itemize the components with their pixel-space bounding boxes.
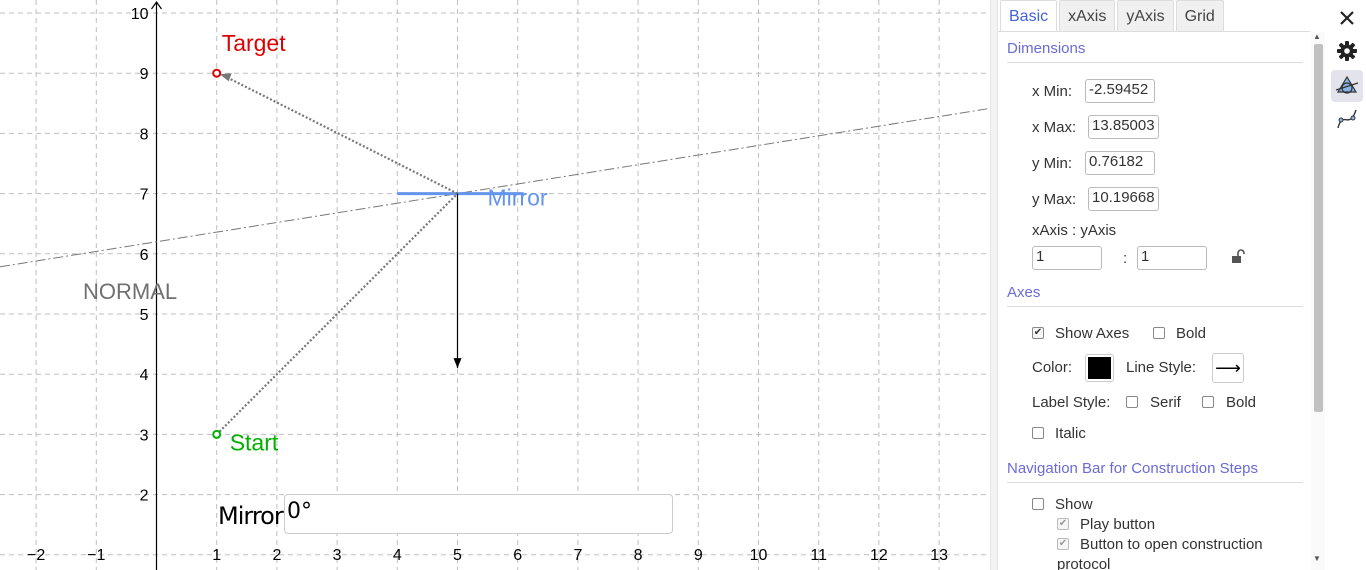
normal-vector-arrowhead [453,358,462,369]
x-tick-label: 3 [333,547,342,564]
tab-yaxis[interactable]: yAxis [1117,0,1174,31]
x-tick-label: 4 [393,547,402,564]
show-axes-checkbox[interactable]: ✔ [1032,327,1044,339]
y-max-label: y Max: [1032,191,1077,208]
x-tick-label: 2 [272,547,281,564]
show-axes-label: Show Axes [1055,325,1130,342]
serif-label: Serif [1150,394,1181,411]
start-label: Start [230,429,279,455]
show-navbar-checkbox[interactable] [1032,498,1044,510]
italic-label: Italic [1055,425,1086,442]
coordinate-plane[interactable]: −2 −1 1 2 3 4 5 6 7 8 9 10 11 12 132345678910TargetSta… [0,0,990,570]
axis-color-fill [1088,357,1111,379]
ratio-separator: : [1123,250,1128,267]
y-tick-label: 8 [140,126,149,143]
algebra-curve-icon[interactable] [1331,103,1363,135]
ratio-x-input[interactable]: 1 [1032,246,1102,270]
show-navbar-label: Show [1055,496,1093,513]
bold-label-checkbox[interactable] [1202,396,1214,408]
y-max-input[interactable]: 10.19668 [1088,187,1159,211]
unlock-icon[interactable] [1230,248,1246,264]
dimensions-title: Dimensions [1007,40,1086,57]
tab-divider [998,31,1310,32]
x-tick-label: 7 [573,547,582,564]
x-tick-label: −2 [27,547,45,564]
bold-label-style-label: Bold [1226,394,1257,411]
scroll-up-arrow[interactable]: ▲ [1313,32,1321,41]
navigation-title: Navigation Bar for Construction Steps [1007,460,1258,477]
y-tick-label: 4 [140,367,149,384]
graphics-view[interactable]: −2 −1 1 2 3 4 5 6 7 8 9 10 11 12 13 2 3 4 5 6 7 8 9 10 Target Sta… [0,0,990,570]
serif-checkbox[interactable] [1126,396,1138,408]
x-tick-label: 13 [930,547,948,564]
sidebar-toolbar [1328,0,1366,570]
line-style-button[interactable]: ⟶ [1212,353,1244,383]
y-min-input[interactable]: 0.76182 [1085,151,1155,175]
x-tick-label: −1 [87,547,105,564]
x-tick-label: 5 [453,547,462,564]
y-tick-label: 7 [140,187,149,204]
label-style-label: Label Style: [1032,394,1111,411]
axis-color-button[interactable] [1085,354,1114,382]
play-button-checkbox[interactable]: ✔ [1057,518,1069,530]
color-label: Color: [1032,359,1073,376]
y-tick-label: 10 [131,6,149,23]
x-tick-label: 6 [513,547,522,564]
view-divider[interactable] [990,0,998,570]
y-tick-label: 2 [140,488,149,505]
x-min-input[interactable]: -2.59452 [1085,79,1155,103]
x-tick-label: 10 [750,547,768,564]
x-tick-label: 9 [694,547,703,564]
ratio-y-input[interactable]: 1 [1137,246,1207,270]
gear-icon[interactable] [1331,35,1363,67]
y-tick-label: 9 [140,66,149,83]
mirror-angle-input[interactable]: 0° [284,494,673,534]
open-protocol-label: Button to open construction [1080,536,1263,553]
scroll-down-arrow[interactable]: ▼ [1313,554,1321,563]
axis-ratio-label: xAxis : yAxis [1032,222,1117,239]
tab-grid[interactable]: Grid [1175,0,1224,31]
target-label: Target [222,30,287,56]
close-icon[interactable] [1331,2,1363,34]
navigation-rule [1007,482,1303,483]
reflected-ray-arrowhead [219,73,232,82]
axes-rule [1007,306,1303,307]
panel-scrollbar[interactable]: ▲ ▼ [1311,32,1325,570]
y-tick-label: 6 [140,247,149,264]
open-protocol-checkbox[interactable]: ✔ [1057,538,1069,550]
reflected-ray [222,74,458,195]
italic-checkbox[interactable] [1032,427,1044,439]
x-min-label: x Min: [1032,83,1073,100]
panel-tabs: Basic xAxis yAxis Grid [1000,0,1226,31]
x-tick-label: 8 [634,547,643,564]
mirror-label: Mirror [488,185,548,211]
open-protocol-label-cont: protocol [1057,556,1111,570]
bold-checkbox[interactable] [1153,327,1165,339]
y-tick-label: 5 [140,307,149,324]
x-max-label: x Max: [1032,119,1077,136]
axes-title: Axes [1007,284,1041,301]
x-tick-label: 12 [870,547,888,564]
y-min-label: y Min: [1032,155,1073,172]
tab-basic[interactable]: Basic [1000,0,1058,31]
properties-panel: Basic xAxis yAxis Grid Dimensions x Min:… [998,0,1328,570]
x-tick-label: 1 [212,547,221,564]
line-style-label: Line Style: [1126,359,1197,376]
tab-xaxis[interactable]: xAxis [1059,0,1116,31]
scroll-thumb[interactable] [1314,44,1323,412]
play-button-label: Play button [1080,516,1156,533]
y-tick-label: 3 [140,427,149,444]
x-max-input[interactable]: 13.85003 [1088,115,1159,139]
mirror-input-label: Mirror [218,502,284,530]
normal-label: NORMAL [83,279,177,304]
bold-label: Bold [1176,325,1207,342]
x-tick-label: 11 [810,547,827,564]
target-point [212,68,222,78]
start-point [212,429,222,439]
dimensions-rule [1007,62,1303,63]
graphics-view-icon[interactable] [1331,70,1363,102]
